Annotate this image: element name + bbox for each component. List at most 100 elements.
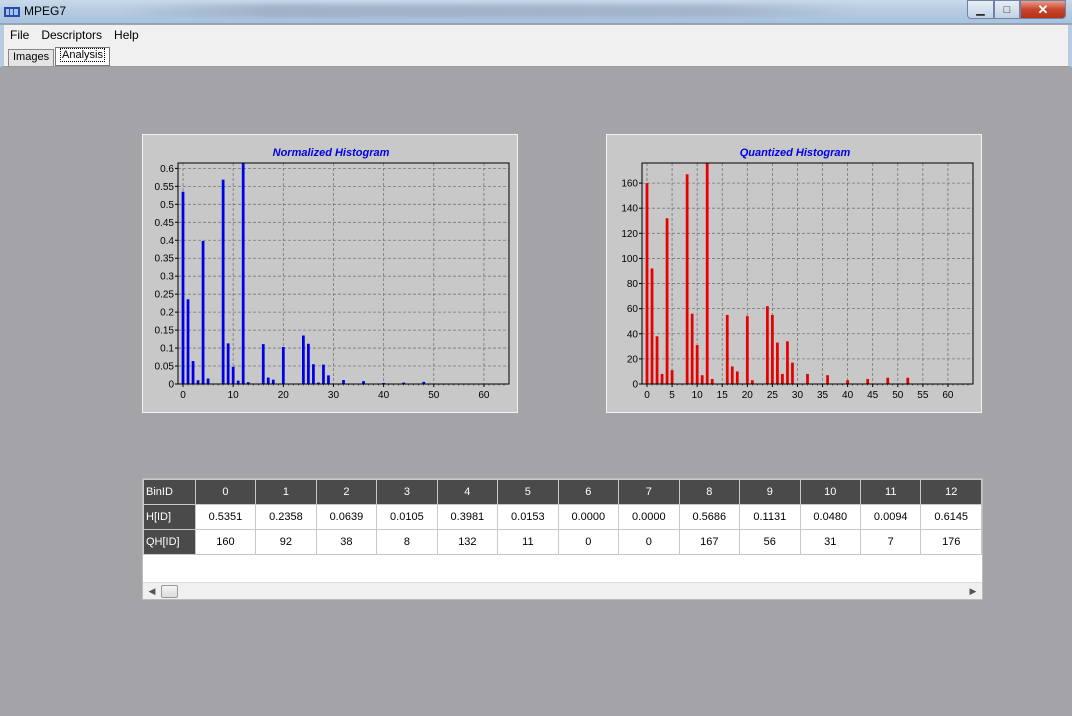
tab-analysis[interactable]: Analysis bbox=[55, 47, 110, 66]
histogram-bar bbox=[226, 343, 230, 384]
y-tick-label: 0.05 bbox=[155, 362, 175, 373]
histogram-bar bbox=[690, 313, 694, 384]
y-tick-label: 0.15 bbox=[155, 326, 175, 337]
close-button[interactable]: ✕ bbox=[1020, 0, 1066, 19]
menu-file[interactable]: File bbox=[10, 28, 29, 42]
scroll-left-arrow-icon[interactable]: ◀ bbox=[145, 585, 159, 598]
scroll-thumb[interactable] bbox=[161, 585, 178, 598]
histogram-bar bbox=[201, 240, 205, 384]
tab-strip: Images Analysis bbox=[0, 45, 1072, 67]
table-cell[interactable]: 176 bbox=[920, 529, 982, 555]
table-cell[interactable]: 0.1131 bbox=[739, 504, 801, 530]
table-cell[interactable]: 0.0000 bbox=[618, 504, 680, 530]
y-tick-label: 160 bbox=[621, 179, 638, 190]
x-tick-label: 30 bbox=[328, 390, 340, 401]
y-tick-label: 0 bbox=[632, 380, 638, 391]
x-tick-label: 50 bbox=[892, 390, 904, 401]
normalized-histogram-svg: Normalized Histogram 0 0.05 0.1 0.15 0.2 0.25… bbox=[155, 147, 510, 401]
table-cell[interactable]: 92 bbox=[255, 529, 317, 555]
histogram-bar bbox=[271, 379, 275, 384]
histogram-bar bbox=[705, 163, 709, 384]
y-tick-label: 0.1 bbox=[160, 344, 174, 355]
y-tick-label: 140 bbox=[621, 204, 638, 215]
tab-images[interactable]: Images bbox=[8, 49, 55, 66]
histogram-bar bbox=[312, 364, 315, 384]
y-tick-label: 120 bbox=[621, 229, 638, 240]
table-cell[interactable]: 0.5686 bbox=[678, 504, 741, 530]
histogram-bar bbox=[181, 191, 185, 384]
table-cell[interactable]: 160 bbox=[194, 529, 257, 555]
y-tick-label: 0.35 bbox=[155, 254, 175, 265]
maximize-button[interactable]: □ bbox=[994, 0, 1020, 19]
menu-help[interactable]: Help bbox=[114, 28, 139, 42]
table-cell[interactable]: 8 bbox=[376, 529, 438, 555]
table-header-cell: 12 bbox=[920, 479, 982, 505]
x-tick-label: 40 bbox=[842, 390, 854, 401]
histogram-bar bbox=[236, 380, 240, 384]
table-header-cell: 10 bbox=[799, 479, 862, 505]
table-cell[interactable]: 0.0105 bbox=[376, 504, 438, 530]
histogram-bar bbox=[765, 306, 769, 384]
histogram-bar bbox=[301, 335, 305, 384]
table-cell[interactable]: 56 bbox=[739, 529, 801, 555]
table-header-cell: 11 bbox=[859, 479, 922, 505]
x-tick-label: 35 bbox=[817, 390, 829, 401]
histogram-bar bbox=[730, 366, 734, 384]
table-cell[interactable]: 38 bbox=[315, 529, 378, 555]
x-tick-label: 5 bbox=[669, 390, 675, 401]
table-cell[interactable]: 0.5351 bbox=[194, 504, 257, 530]
histogram-bar bbox=[221, 179, 225, 384]
table-cell[interactable]: 0 bbox=[557, 529, 620, 555]
y-tick-label: 0.55 bbox=[155, 182, 175, 193]
histogram-bar bbox=[241, 163, 245, 384]
table-cell[interactable]: 132 bbox=[436, 529, 499, 555]
histogram-bar bbox=[710, 378, 714, 384]
table-cell[interactable]: 0.3981 bbox=[436, 504, 499, 530]
table-cell[interactable]: 0.0480 bbox=[799, 504, 862, 530]
table-cell[interactable]: 31 bbox=[799, 529, 862, 555]
table-header-cell: 7 bbox=[618, 479, 680, 505]
histogram-bar bbox=[660, 373, 664, 384]
table-cell[interactable]: 0.0000 bbox=[557, 504, 620, 530]
title-bar: MPEG7 ▁ □ ✕ bbox=[0, 0, 1072, 24]
table-cell[interactable]: 0.0153 bbox=[497, 504, 559, 530]
x-tick-label: 30 bbox=[792, 390, 804, 401]
horizontal-scrollbar[interactable]: ◀ ▶ bbox=[143, 582, 982, 599]
histogram-bar bbox=[866, 378, 870, 384]
histogram-bar bbox=[266, 377, 270, 384]
histogram-data-grid[interactable]: BinID 0 1 2 3 4 5 6 7 8 9 10 11 12 H[ID] 0.5351 0.2358… bbox=[142, 478, 983, 600]
table-cell[interactable]: 167 bbox=[678, 529, 741, 555]
table-header-cell: 8 bbox=[678, 479, 741, 505]
histogram-bar bbox=[191, 361, 195, 384]
normalized-histogram-chart: Normalized Histogram 0 0.05 0.1 0.15 0.2 0.25… bbox=[142, 134, 518, 413]
x-tick-label: 20 bbox=[742, 390, 754, 401]
histogram-bar bbox=[725, 314, 729, 384]
histogram-bar bbox=[342, 380, 345, 384]
menu-bar: File Descriptors Help bbox=[0, 25, 1072, 45]
table-cell[interactable]: 0.0639 bbox=[315, 504, 378, 530]
table-cell[interactable]: 11 bbox=[497, 529, 559, 555]
histogram-bar bbox=[206, 378, 210, 384]
minimize-button[interactable]: ▁ bbox=[967, 0, 994, 19]
table-cell[interactable]: 0 bbox=[618, 529, 680, 555]
y-tick-label: 0.5 bbox=[160, 200, 174, 211]
table-header-row: BinID 0 1 2 3 4 5 6 7 8 9 10 11 12 bbox=[143, 479, 982, 505]
y-tick-label: 0.45 bbox=[155, 218, 175, 229]
histogram-bar bbox=[685, 174, 689, 384]
table-row-label: H[ID] bbox=[143, 504, 196, 530]
table-cell[interactable]: 0.2358 bbox=[255, 504, 317, 530]
histogram-bar bbox=[307, 343, 310, 384]
histogram-bar bbox=[700, 375, 704, 384]
quantized-histogram-chart: Quantized Histogram 0 20 40 60 80 100 120 140 16… bbox=[606, 134, 982, 413]
table-cell[interactable]: 7 bbox=[859, 529, 922, 555]
histogram-bar bbox=[886, 377, 890, 384]
y-tick-label: 0.25 bbox=[155, 290, 175, 301]
table-cell[interactable]: 0.0094 bbox=[859, 504, 922, 530]
scroll-right-arrow-icon[interactable]: ▶ bbox=[966, 585, 980, 598]
table-cell[interactable]: 0.6145 bbox=[920, 504, 982, 530]
menu-descriptors[interactable]: Descriptors bbox=[41, 28, 102, 42]
x-tick-label: 55 bbox=[917, 390, 929, 401]
histogram-bar bbox=[750, 380, 754, 384]
quantized-histogram-svg: Quantized Histogram 02040608010012014016… bbox=[621, 147, 974, 401]
histogram-bar bbox=[670, 370, 674, 384]
